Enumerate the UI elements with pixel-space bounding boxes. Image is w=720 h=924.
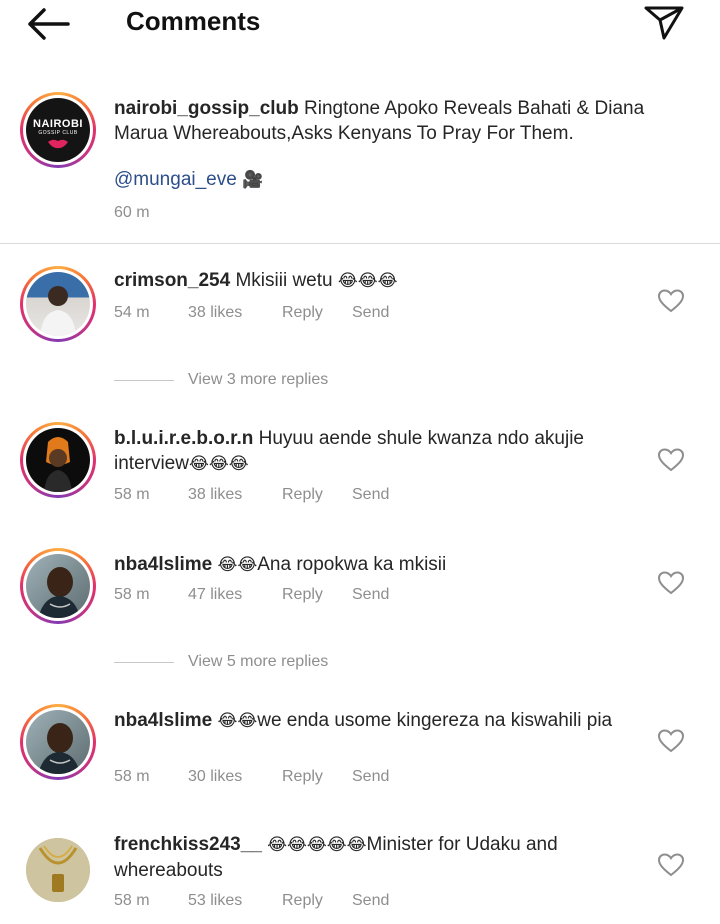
comment-text: frenchkiss243__ 😂😂😂😂😂Minister for Udaku … <box>114 832 634 883</box>
comment-likes[interactable]: 38 likes <box>188 304 242 322</box>
back-button[interactable] <box>26 6 72 42</box>
paper-plane-icon <box>644 6 684 40</box>
lips-icon <box>48 139 68 148</box>
comment-text: nba4lslime 😂😂Ana ropokwa ka mkisii <box>114 552 634 578</box>
like-button[interactable] <box>657 853 685 877</box>
comment-likes[interactable]: 53 likes <box>188 892 242 910</box>
comment-body: Ana ropokwa ka mkisii <box>257 554 447 575</box>
avatar[interactable] <box>20 548 96 624</box>
nairobi-gossip-club-logo: NAIROBI GOSSIP CLUB <box>26 98 90 162</box>
heart-icon <box>657 289 685 313</box>
view-more-replies[interactable]: View 3 more replies <box>114 371 414 391</box>
replies-line <box>114 380 174 381</box>
view-more-replies[interactable]: View 5 more replies <box>114 653 414 673</box>
comment-body: Mkisiii wetu <box>235 270 333 291</box>
reply-button[interactable]: Reply <box>282 768 323 786</box>
heart-icon <box>657 571 685 595</box>
like-button[interactable] <box>657 729 685 753</box>
laughing-emoji: 😂😂😂😂😂 <box>267 835 367 855</box>
send-button[interactable]: Send <box>352 892 389 910</box>
comment-username[interactable]: frenchkiss243__ <box>114 834 262 855</box>
comment-likes[interactable]: 38 likes <box>188 486 242 504</box>
send-button[interactable]: Send <box>352 586 389 604</box>
reply-button[interactable]: Reply <box>282 892 323 910</box>
logo-text: NAIROBI <box>33 117 83 130</box>
like-button[interactable] <box>657 289 685 313</box>
laughing-emoji: 😂😂 <box>217 555 258 575</box>
reply-button[interactable]: Reply <box>282 486 323 504</box>
caption-text: nairobi_gossip_club Ringtone Apoko Revea… <box>114 96 674 146</box>
like-button[interactable] <box>657 448 685 472</box>
avatar[interactable] <box>20 422 96 498</box>
heart-icon <box>657 729 685 753</box>
comment-username[interactable]: crimson_254 <box>114 270 230 291</box>
comment-time: 58 m <box>114 586 150 603</box>
laughing-emoji: 😂😂 <box>217 711 258 731</box>
comment-username[interactable]: nba4lslime <box>114 554 212 575</box>
page-title: Comments <box>126 6 261 36</box>
send-button[interactable]: Send <box>352 768 389 786</box>
comment-text: nba4lslime 😂😂we enda usome kingereza na … <box>114 708 634 734</box>
comment-likes[interactable]: 30 likes <box>188 768 242 786</box>
view-replies-label[interactable]: View 5 more replies <box>188 653 328 671</box>
avatar[interactable] <box>20 266 96 342</box>
logo-subtext: GOSSIP CLUB <box>38 129 78 136</box>
heart-icon <box>657 448 685 472</box>
send-button[interactable]: Send <box>352 486 389 504</box>
caption-avatar[interactable]: NAIROBI GOSSIP CLUB <box>20 92 96 168</box>
avatar-image <box>26 272 90 336</box>
like-button[interactable] <box>657 571 685 595</box>
comment-text: crimson_254 Mkisiii wetu 😂😂😂 <box>114 268 634 294</box>
comment-text: b.l.u.i.r.e.b.o.r.n Huyuu aende shule kw… <box>114 426 634 477</box>
arrow-left-icon <box>28 8 70 40</box>
avatar-image <box>26 838 90 902</box>
comment-time: 58 m <box>114 768 150 785</box>
heart-icon <box>657 853 685 877</box>
avatar-image <box>26 554 90 618</box>
share-button[interactable] <box>640 2 688 42</box>
reply-button[interactable]: Reply <box>282 304 323 322</box>
avatar[interactable] <box>20 704 96 780</box>
reply-button[interactable]: Reply <box>282 586 323 604</box>
avatar-image <box>26 710 90 774</box>
caption-username[interactable]: nairobi_gossip_club <box>114 98 299 119</box>
mention-text[interactable]: @mungai_eve <box>114 169 237 190</box>
top-bar: Comments <box>0 0 720 48</box>
movie-camera-icon: 🎥 <box>242 170 264 190</box>
comment-username[interactable]: b.l.u.i.r.e.b.o.r.n <box>114 428 253 449</box>
comment-username[interactable]: nba4lslime <box>114 710 212 731</box>
avatar-image <box>26 428 90 492</box>
comment-body: we enda usome kingereza na kiswahili pia <box>257 710 613 731</box>
comment-time: 58 m <box>114 892 150 909</box>
mention-link[interactable]: @mungai_eve 🎥 <box>114 169 263 191</box>
laughing-emoji: 😂😂😂 <box>188 454 249 474</box>
comment-time: 54 m <box>114 304 150 321</box>
avatar[interactable] <box>26 838 90 902</box>
replies-line <box>114 662 174 663</box>
laughing-emoji: 😂😂😂 <box>337 271 398 291</box>
caption-time: 60 m <box>114 204 150 221</box>
comment-time: 58 m <box>114 486 150 503</box>
divider <box>0 243 720 244</box>
comment-likes[interactable]: 47 likes <box>188 586 242 604</box>
send-button[interactable]: Send <box>352 304 389 322</box>
view-replies-label[interactable]: View 3 more replies <box>188 371 328 389</box>
